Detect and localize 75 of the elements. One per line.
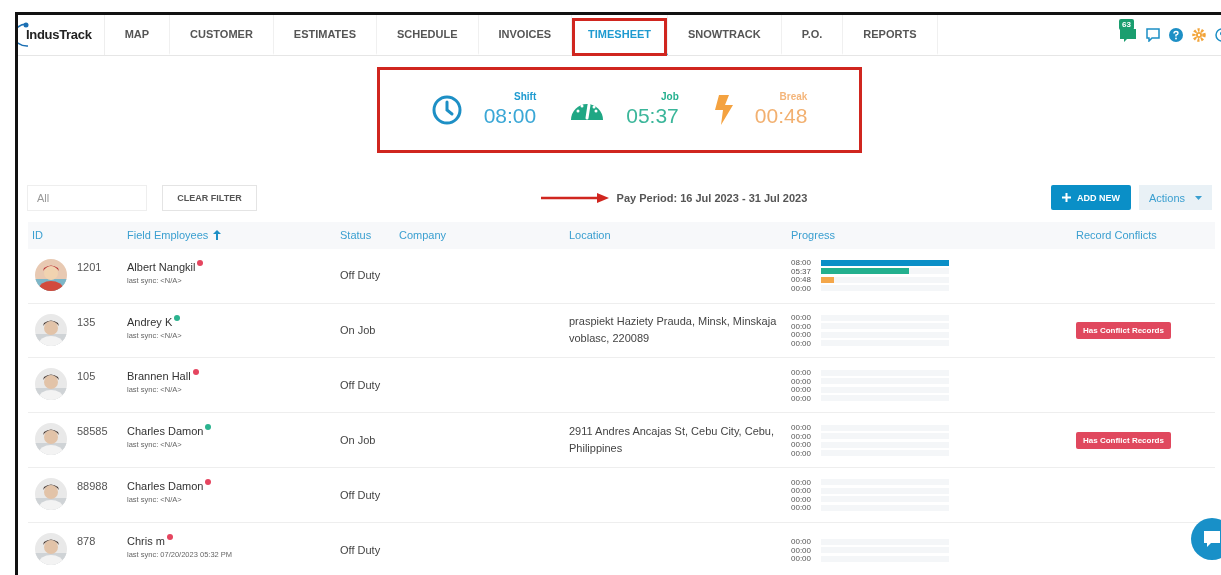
progress-time: 00:00 xyxy=(791,554,813,564)
caret-icon xyxy=(1195,195,1202,200)
conflict-badge: Has Conflict Records xyxy=(1076,431,1171,449)
progress-time: 00:00 xyxy=(791,376,813,386)
employee-id: 878 xyxy=(77,535,96,548)
employee-id: 105 xyxy=(77,370,96,383)
employee-name[interactable]: Charles Damon xyxy=(127,425,204,438)
employee-name[interactable]: Albert Nangkil xyxy=(127,260,196,273)
progress-time: 00:00 xyxy=(791,440,813,449)
progress-time: 08:00 xyxy=(791,258,813,268)
employee-status: Off Duty xyxy=(340,268,381,284)
stat-label: Break xyxy=(779,91,808,103)
filter-field[interactable]: All xyxy=(27,184,147,211)
employee-id: 58585 xyxy=(77,425,108,438)
settings-icon[interactable] xyxy=(1192,27,1206,42)
progress-time: 00:00 xyxy=(791,321,813,331)
stat-label: Job xyxy=(661,91,679,103)
employee-status: On Job xyxy=(340,432,376,448)
employee-status: On Job xyxy=(340,322,376,338)
progress-time: 00:00 xyxy=(791,503,813,513)
lightning-icon xyxy=(712,94,733,125)
employee-status: Off Duty xyxy=(340,377,381,393)
nav-tab[interactable]: INVOICES xyxy=(478,15,573,55)
employee-location: praspiekt Haziety Prauda, Minsk, Minskaja voblasc, 220089 xyxy=(569,314,778,347)
progress-time: 00:00 xyxy=(791,537,813,547)
progress-time: 00:00 xyxy=(791,494,813,504)
progress-time: 00:00 xyxy=(791,393,813,403)
progress-time: 00:48 xyxy=(791,275,813,285)
nav-tab[interactable]: CUSTOMER xyxy=(170,15,274,55)
conflict-badge: Has Conflict Records xyxy=(1076,321,1171,339)
progress-time: 00:00 xyxy=(791,423,813,432)
progress-time: 00:00 xyxy=(791,283,813,293)
progress-time: 00:00 xyxy=(791,486,813,496)
plus-icon xyxy=(1061,193,1071,203)
pay-period: Pay Period: 16 Jul 2023 - 31 Jul 2023 xyxy=(616,191,808,204)
logo-text[interactable]: IndusTrack xyxy=(26,27,92,43)
employee-name[interactable]: Chris m xyxy=(127,535,165,548)
clear-filter-button[interactable]: CLEAR FILTER xyxy=(162,184,257,211)
employee-name[interactable]: Andrey K xyxy=(127,315,173,328)
chat-icon xyxy=(1202,530,1221,548)
progress-time: 00:00 xyxy=(791,368,813,378)
notification-count: 63 xyxy=(1119,18,1134,30)
progress-time: 00:00 xyxy=(791,313,813,323)
add-new-button[interactable]: ADD NEW xyxy=(1050,185,1131,211)
employee-id: 135 xyxy=(77,315,96,328)
employee-status: Off Duty xyxy=(340,542,381,558)
nav-tab[interactable]: SCHEDULE xyxy=(377,15,479,55)
message-icon[interactable] xyxy=(1146,27,1160,42)
nav-tab[interactable]: MAP xyxy=(104,15,171,55)
clock-icon xyxy=(431,94,462,125)
stat-label: Shift xyxy=(514,91,537,103)
progress-time: 00:00 xyxy=(791,477,813,487)
nav-tab[interactable]: REPORTS xyxy=(843,15,938,55)
employee-status: Off Duty xyxy=(340,487,381,503)
nav-tab[interactable]: P.O. xyxy=(781,15,844,55)
sort-up-icon[interactable] xyxy=(213,230,222,241)
progress-time: 00:00 xyxy=(791,545,813,555)
help-icon[interactable] xyxy=(1169,27,1183,42)
progress-time: 00:00 xyxy=(791,431,813,441)
employee-name[interactable]: Charles Damon xyxy=(127,480,204,493)
chat-button[interactable] xyxy=(1191,518,1221,560)
stat-value: 05:37 xyxy=(626,104,679,129)
progress-time: 00:00 xyxy=(791,448,813,458)
employee-name[interactable]: Brannen Hall xyxy=(127,370,191,383)
progress-time: 00:00 xyxy=(791,330,813,340)
progress-time: 00:00 xyxy=(791,338,813,348)
progress-time: 00:00 xyxy=(791,385,813,395)
nav-tab[interactable]: ESTIMATES xyxy=(273,15,377,55)
nav-tab[interactable]: SNOWTRACK xyxy=(668,15,782,55)
employee-id: 88988 xyxy=(77,480,108,493)
stat-value: 00:48 xyxy=(754,104,808,129)
stat-value: 08:00 xyxy=(483,104,537,129)
progress-time: 05:37 xyxy=(791,266,813,276)
employee-id: 1201 xyxy=(77,260,102,273)
employee-location: 2911 Andres Ancajas St, Cebu City, Cebu, Philippines xyxy=(569,424,776,457)
